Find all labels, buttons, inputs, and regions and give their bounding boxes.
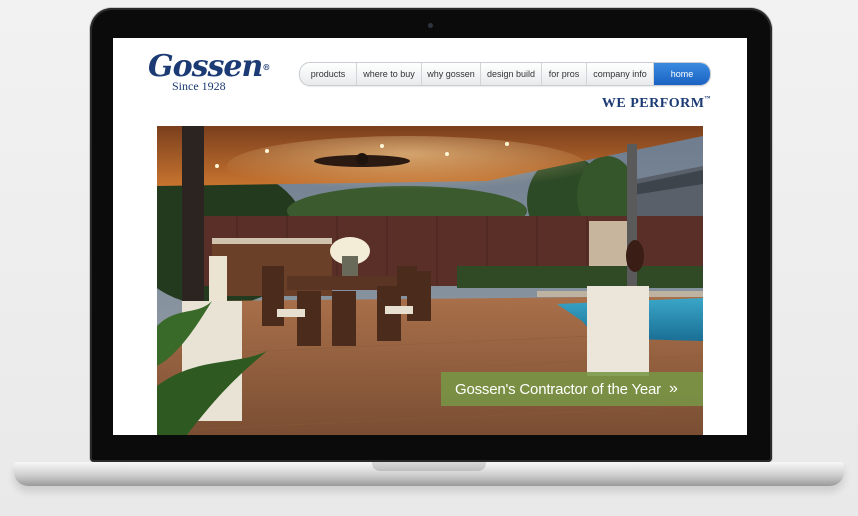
laptop-notch — [372, 462, 486, 471]
nav-for-pros[interactable]: for pros — [542, 63, 587, 85]
webcam-icon — [428, 23, 433, 28]
contractor-banner[interactable]: Gossen's Contractor of the Year » — [441, 372, 703, 406]
nav-design-build[interactable]: design build — [481, 63, 542, 85]
nav-products[interactable]: products — [300, 63, 357, 85]
tagline: WE PERFORM™ — [601, 96, 711, 111]
nav-company-info[interactable]: company info — [587, 63, 654, 85]
browser-viewport: Gossen® Since 1928 products where to buy… — [113, 38, 747, 435]
double-chevron-right-icon: » — [668, 380, 678, 397]
gossen-logo[interactable]: Gossen® Since 1928 — [148, 49, 270, 96]
nav-where-to-buy[interactable]: where to buy — [357, 63, 422, 85]
nav-home[interactable]: home — [654, 63, 710, 85]
hero-image[interactable]: Gossen's Contractor of the Year » — [157, 126, 703, 435]
banner-text: Gossen's Contractor of the Year — [455, 380, 661, 398]
main-nav: products where to buy why gossen design … — [299, 62, 711, 86]
logo-wordmark: Gossen® — [148, 49, 270, 84]
nav-why-gossen[interactable]: why gossen — [422, 63, 481, 85]
